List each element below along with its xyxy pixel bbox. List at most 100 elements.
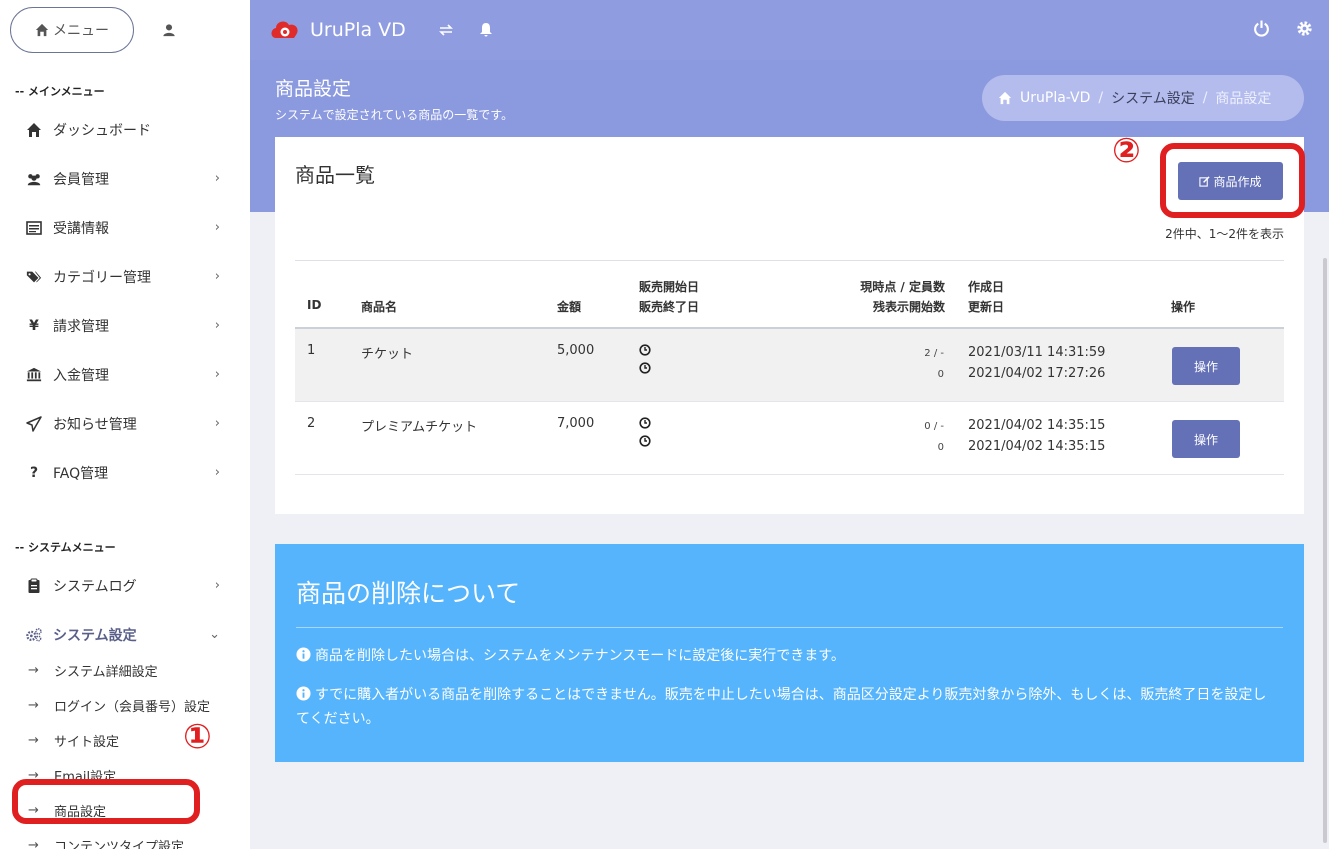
cell-dates: 2021/04/02 14:35:15 2021/04/02 14:35:15	[968, 415, 1105, 457]
col-op: 操作	[1171, 300, 1196, 314]
info-circle-icon	[296, 647, 311, 662]
sidebar-sub-label: コンテンツタイプ設定	[54, 840, 185, 849]
breadcrumb-separator: /	[1202, 90, 1208, 106]
col-sale-start: 販売開始日	[639, 280, 700, 294]
chevron-right-icon: ›	[214, 269, 220, 284]
sidebar-item-dashboard[interactable]: ダッシュボード	[0, 105, 250, 154]
home-icon	[25, 122, 43, 138]
sidebar-item-system-log[interactable]: システムログ ›	[0, 561, 250, 610]
col-id: ID	[307, 298, 322, 312]
app-logo[interactable]: UruPla VD	[270, 18, 406, 42]
tags-icon	[25, 269, 43, 285]
clock-icon	[639, 344, 651, 356]
cell-sale-dates	[639, 344, 651, 374]
home-icon	[35, 23, 49, 37]
sidebar-sub-item[interactable]: → ログイン（会員番号）設定	[0, 688, 250, 723]
col-created: 作成日	[968, 280, 1005, 294]
cell-stock-remain: 0	[937, 369, 944, 380]
sidebar-item-categories[interactable]: カテゴリー管理 ›	[0, 252, 250, 301]
sidebar-item-label: FAQ管理	[53, 465, 109, 482]
top-bar: UruPla VD	[250, 0, 1329, 60]
cell-name: プレミアムチケット	[361, 420, 478, 435]
col-sale-dates: 販売開始日 販売終了日	[639, 277, 699, 317]
sidebar-item-courses[interactable]: 受講情報 ›	[0, 203, 250, 252]
arrow-right-icon: →	[28, 663, 39, 678]
clock-icon	[639, 417, 651, 429]
row-action-button[interactable]: 操作	[1172, 420, 1240, 458]
menu-button[interactable]: メニュー	[10, 7, 134, 53]
clock-icon	[639, 362, 651, 374]
cell-dates: 2021/03/11 14:31:59 2021/04/02 17:27:26	[968, 342, 1105, 384]
info-divider	[296, 627, 1283, 628]
page-subtitle: システムで設定されている商品の一覧です。	[275, 108, 514, 122]
cell-name: チケット	[361, 347, 414, 362]
cell-price: 7,000	[557, 416, 595, 431]
table-header: ID 商品名 金額 販売開始日 販売終了日 現時点 / 定員数 残表示開始数 作…	[295, 261, 1284, 329]
chevron-right-icon: ›	[214, 318, 220, 333]
page-scrollbar[interactable]	[1323, 258, 1327, 843]
sidebar-item-billing[interactable]: ¥ 請求管理 ›	[0, 301, 250, 350]
info-text-1: 商品を削除したい場合は、システムをメンテナンスモードに設定後に実行できます。	[315, 648, 845, 664]
sidebar-sub-label: システム詳細設定	[54, 665, 158, 680]
sidebar-item-label: 請求管理	[53, 318, 109, 335]
sidebar-sub-label: サイト設定	[54, 735, 120, 750]
sidebar-sub-item[interactable]: → コンテンツタイプ設定	[0, 828, 250, 849]
users-icon	[25, 171, 43, 187]
sidebar-item-members[interactable]: 会員管理 ›	[0, 154, 250, 203]
info-title: 商品の削除について	[296, 579, 521, 608]
bank-icon	[25, 367, 43, 383]
arrow-right-icon: →	[28, 733, 39, 748]
sidebar-item-label: 入金管理	[53, 367, 109, 384]
sidebar-item-label: 受講情報	[53, 220, 109, 237]
arrow-right-icon: →	[28, 838, 39, 849]
sidebar-item-system-settings[interactable]: システム設定 ⌄	[0, 610, 250, 659]
annotation-highlight-2	[1160, 143, 1305, 218]
cell-stock-current: 0 / -	[924, 421, 944, 432]
info-circle-icon	[296, 686, 311, 701]
chevron-down-icon: ⌄	[209, 627, 220, 642]
bell-icon[interactable]	[478, 22, 494, 38]
sidebar-item-payments[interactable]: 入金管理 ›	[0, 350, 250, 399]
user-icon[interactable]	[162, 23, 176, 37]
cell-created: 2021/04/02 14:35:15	[968, 418, 1106, 433]
menu-button-label: メニュー	[53, 23, 109, 39]
send-icon	[25, 415, 43, 432]
info-paragraph: すでに購入者がいる商品を削除することはできません。販売を中止したい場合は、商品区…	[296, 683, 1280, 731]
chevron-right-icon: ›	[214, 416, 220, 431]
info-text-2: すでに購入者がいる商品を削除することはできません。販売を中止したい場合は、商品区…	[296, 687, 1267, 727]
cell-updated: 2021/04/02 14:35:15	[968, 439, 1106, 454]
cell-id: 2	[307, 416, 316, 431]
chevron-right-icon: ›	[214, 578, 220, 593]
sidebar-item-label: 会員管理	[53, 171, 109, 188]
delete-info-box: 商品の削除について 商品を削除したい場合は、システムをメンテナンスモードに設定後…	[275, 544, 1304, 762]
row-action-button[interactable]: 操作	[1172, 347, 1240, 385]
cell-stock: 2 / - 0	[924, 343, 944, 385]
sidebar-item-label: システムログ	[53, 578, 137, 595]
sidebar-item-notices[interactable]: お知らせ管理 ›	[0, 399, 250, 448]
page-title: 商品設定	[275, 78, 352, 100]
sidebar-item-faq[interactable]: ? FAQ管理 ›	[0, 448, 250, 497]
sidebar-sub-item[interactable]: → サイト設定	[0, 723, 250, 758]
sidebar: メニュー -- メインメニュー ダッシュボード 会員管理 › 受講情報 › カテ…	[0, 0, 250, 849]
col-stock: 現時点 / 定員数 残表示開始数	[860, 277, 945, 317]
list-icon	[25, 220, 43, 236]
sidebar-top: メニュー	[0, 0, 250, 60]
product-list-card: 商品一覧 商品作成 2件中、1〜2件を表示 ID 商品名 金額 販売開始日 販売…	[275, 137, 1304, 514]
gear-icon[interactable]	[1296, 20, 1313, 37]
sidebar-item-label: カテゴリー管理	[53, 269, 151, 286]
breadcrumb-home[interactable]: UruPla-VD	[1020, 90, 1090, 106]
chevron-right-icon: ›	[214, 465, 220, 480]
logo-icon	[271, 21, 298, 38]
question-icon: ?	[29, 464, 39, 481]
sidebar-sub-label: ログイン（会員番号）設定	[54, 700, 211, 715]
col-stock-remain: 残表示開始数	[872, 300, 945, 314]
cell-updated: 2021/04/02 17:27:26	[968, 366, 1106, 381]
swap-icon[interactable]	[438, 22, 454, 38]
yen-icon: ¥	[29, 317, 39, 334]
col-updated: 更新日	[968, 300, 1005, 314]
cell-sale-dates	[639, 417, 651, 447]
breadcrumb-system-settings[interactable]: システム設定	[1111, 88, 1195, 108]
breadcrumb-separator: /	[1098, 90, 1104, 106]
app-name: UruPla VD	[310, 19, 406, 41]
power-icon[interactable]	[1253, 20, 1270, 37]
